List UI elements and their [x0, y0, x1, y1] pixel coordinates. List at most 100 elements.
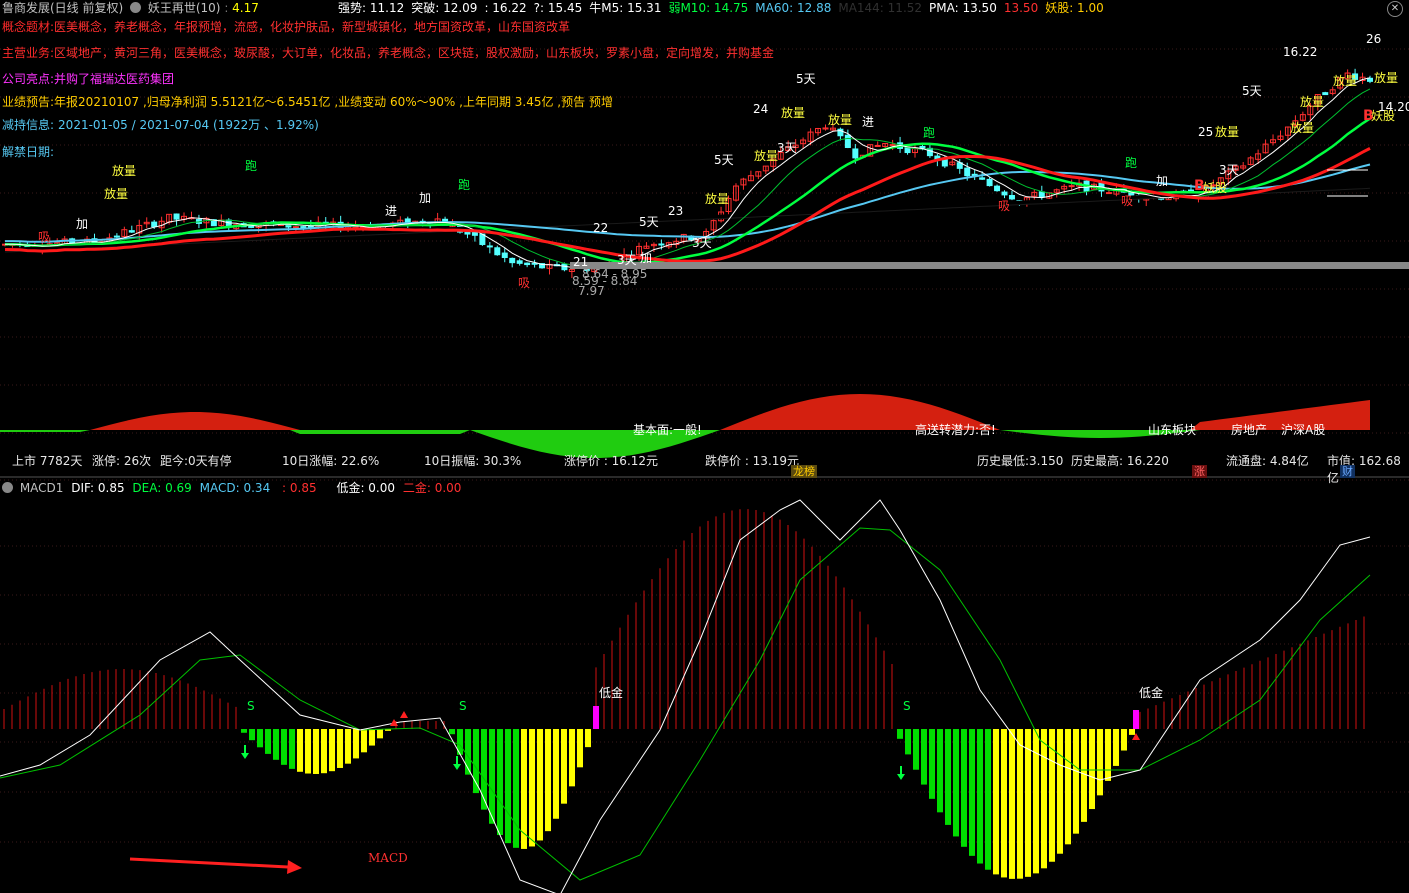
num-24-label: 24	[753, 102, 769, 116]
macd-bar	[273, 729, 279, 760]
num-26-label: 26	[1366, 32, 1382, 46]
macd-bar	[449, 729, 455, 735]
tag-zhang[interactable]: 涨	[1192, 465, 1207, 478]
chart-header: 鲁商发展(日线 前复权) 妖王再世(10) : 4.17	[2, 1, 259, 15]
concept-text: 医美概念，养老概念，年报预增，流感，化妆护肤品，新型城镇化，地方国资改革，山东国…	[54, 20, 571, 34]
header-item: 牛M5: 15.31	[589, 1, 662, 15]
macd-bar	[361, 729, 367, 753]
candle-body	[979, 177, 986, 180]
macd-bar	[905, 729, 911, 755]
candle-body	[844, 134, 851, 148]
jin-label: 进	[862, 115, 875, 129]
macd-bar	[313, 729, 319, 774]
sell-arrow-head	[897, 774, 905, 780]
low-gold-label: 低金	[599, 686, 624, 700]
macd-bar	[553, 729, 559, 819]
xi-label: 吸	[38, 230, 51, 244]
macd-bar	[1073, 729, 1079, 834]
sell-s-label: S	[247, 699, 255, 713]
candle-body	[151, 221, 158, 228]
xi-label: 吸	[518, 276, 531, 290]
wutian-label: 5天	[639, 215, 659, 229]
candle-body	[173, 213, 180, 220]
header-values: 强势: 11.12 突破: 12.09: 16.22 ?: 15.45 牛M5: 15…	[338, 0, 1111, 16]
macd-bar	[497, 729, 503, 836]
macd-bar	[369, 729, 375, 746]
tag-longhu[interactable]: 龙榜	[791, 465, 817, 478]
header-item: ?: 15.45	[533, 1, 583, 15]
jia-label: 加	[1156, 174, 1169, 188]
macd-bar	[585, 729, 591, 748]
macd-name[interactable]: MACD1	[20, 481, 64, 495]
jia-label: 加	[76, 217, 89, 231]
stock-title[interactable]: 鲁商发展(日线 前复权)	[2, 1, 123, 15]
forecast-line: 业绩预告:年报20210107 ,归母净利润 5.5121亿～6.5451亿 ,…	[2, 94, 613, 110]
num-22-label: 22	[593, 221, 609, 235]
tag-cai[interactable]: 财	[1340, 465, 1355, 478]
santian-label: 3天	[1219, 163, 1239, 177]
macd-dif: DIF: 0.85	[71, 481, 125, 495]
reduce-label: 减持信息:	[2, 118, 55, 132]
macd-bar	[345, 729, 351, 764]
macd-header: MACD1 DIF: 0.85 DEA: 0.69 MACD: 0.34 : 0…	[2, 480, 461, 496]
macd-bar	[489, 729, 495, 824]
price-low-label: 7.97	[578, 284, 605, 298]
sell-s-label: S	[459, 699, 467, 713]
candle-body	[658, 243, 665, 246]
num-25-label: 25	[1198, 125, 1214, 139]
red-arrow-shaft	[129, 857, 289, 869]
macd-bar-magenta	[1133, 710, 1139, 729]
stat-hist-high: 历史最高: 16.220	[1071, 454, 1169, 468]
macd-bar	[913, 729, 919, 770]
macd-bar	[257, 729, 263, 748]
reduce-text: 2021-01-05 / 2021-07-04 (1922万 、1.92%)	[58, 118, 319, 132]
candle-body	[964, 167, 971, 177]
candle-body	[926, 147, 933, 157]
macd-dea: DEA: 0.69	[132, 481, 192, 495]
header-item: 强势: 11.12	[338, 1, 405, 15]
dropdown-icon[interactable]	[2, 482, 13, 493]
macd-bar	[321, 729, 327, 774]
macd-bar	[1089, 729, 1095, 810]
macd-bar	[1001, 729, 1007, 878]
macd-bar	[329, 729, 335, 772]
macd-bar	[1025, 729, 1031, 877]
macd-bar	[1105, 729, 1111, 781]
header-item: 突破: 12.09	[411, 1, 478, 15]
indicator-name[interactable]: 妖王再世(10)	[148, 1, 221, 15]
macd-bar	[289, 729, 295, 769]
header-item: MA144: 11.52	[838, 1, 923, 15]
close-icon[interactable]: ✕	[1387, 1, 1403, 17]
macd-bar	[353, 729, 359, 759]
macd-bar	[265, 729, 271, 754]
candle-body	[1008, 195, 1015, 200]
macd-bar	[577, 729, 583, 768]
macd-bar	[1121, 729, 1127, 751]
stat-limit-up-price: 涨停价 : 16.12元	[564, 454, 659, 468]
unlock-label: 解禁日期:	[2, 145, 55, 159]
candle-body	[1105, 192, 1112, 195]
macd-bar	[993, 729, 999, 875]
wutian-label: 5天	[714, 153, 734, 167]
macd-bar	[1009, 729, 1015, 879]
macd-bar	[505, 729, 511, 844]
header-item: 弱M10: 14.75	[668, 1, 749, 15]
santian-label: 3天	[617, 253, 637, 267]
fangliang-label: 放量	[1300, 95, 1325, 109]
fangliang-label: 放量	[1290, 121, 1315, 135]
macd-bar	[1081, 729, 1087, 822]
highlight-label: 公司亮点:	[2, 72, 55, 86]
macd-bar	[537, 729, 543, 841]
macd-bar	[1041, 729, 1047, 869]
candle-body	[1068, 185, 1075, 188]
forecast-text: 年报20210107 ,归母净利润 5.5121亿～6.5451亿 ,业绩变动 …	[54, 95, 613, 109]
candle-body	[986, 178, 993, 187]
candle-body	[852, 148, 859, 159]
macd-bar	[569, 729, 575, 787]
stat-limit-up: 涨停: 26次	[92, 454, 152, 468]
jia-label: 加	[640, 251, 653, 265]
wutian-label: 5天	[796, 72, 816, 86]
macd-bar	[1033, 729, 1039, 874]
dropdown-icon[interactable]	[130, 2, 142, 13]
pao-label: 跑	[1125, 156, 1138, 170]
